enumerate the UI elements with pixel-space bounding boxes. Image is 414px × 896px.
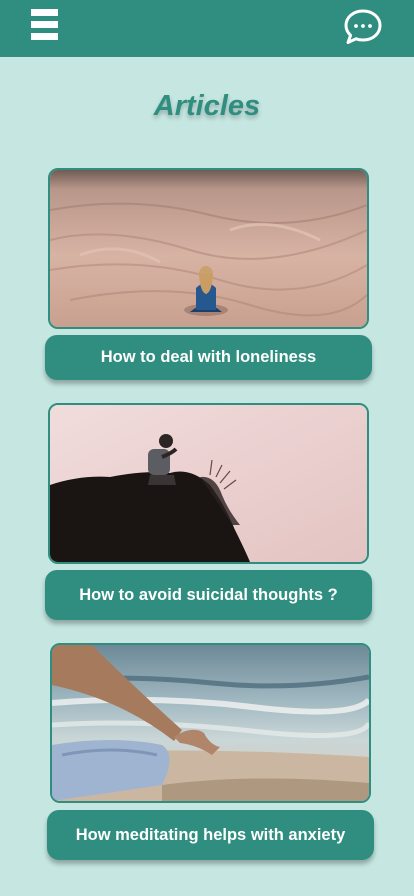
article-button-loneliness[interactable]: How to deal with loneliness	[45, 335, 372, 380]
desert-image	[50, 170, 367, 327]
meditation-image	[52, 645, 369, 801]
article-title: How meditating helps with anxiety	[75, 825, 346, 844]
menu-line	[31, 9, 58, 16]
article-button-suicidal-thoughts[interactable]: How to avoid suicidal thoughts ?	[45, 570, 372, 620]
cliff-image	[50, 405, 367, 562]
hamburger-menu-icon[interactable]	[31, 9, 58, 41]
article-title: How to avoid suicidal thoughts ?	[79, 585, 338, 604]
article-image-desert[interactable]	[48, 168, 369, 329]
page-title: Articles	[153, 90, 261, 122]
menu-line	[31, 33, 58, 40]
menu-line	[31, 21, 58, 28]
top-bar	[0, 0, 414, 57]
article-image-meditation[interactable]	[50, 643, 371, 803]
article-title: How to deal with loneliness	[100, 348, 317, 366]
article-image-cliff[interactable]	[48, 403, 369, 564]
article-button-meditation-anxiety[interactable]: How meditating helps with anxiety	[47, 810, 374, 860]
chat-bubble-icon[interactable]	[343, 8, 383, 46]
